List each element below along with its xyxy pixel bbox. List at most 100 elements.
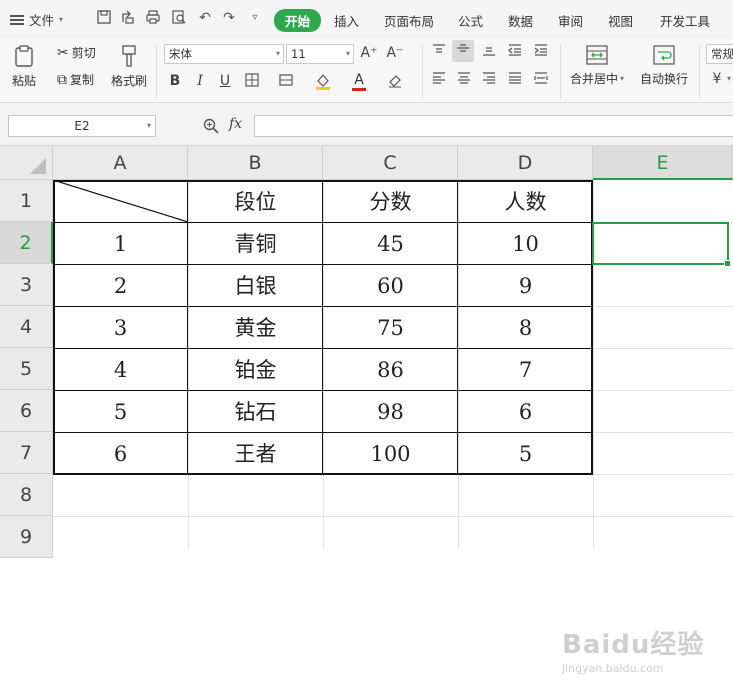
cell-c4[interactable]: 75 bbox=[323, 306, 458, 348]
tab-view[interactable]: 视图 bbox=[608, 11, 633, 30]
font-size-select[interactable]: 11 ▾ bbox=[286, 44, 354, 64]
cell-d4[interactable]: 8 bbox=[458, 306, 593, 348]
justify-icon[interactable] bbox=[506, 70, 524, 88]
align-right-icon[interactable] bbox=[480, 70, 498, 88]
tab-page-layout[interactable]: 页面布局 bbox=[384, 11, 434, 30]
name-box-value: E2 bbox=[74, 119, 90, 133]
name-box[interactable]: E2 ▾ bbox=[8, 115, 156, 137]
zoom-formula-icon[interactable] bbox=[202, 117, 220, 139]
font-color-icon[interactable]: A bbox=[350, 71, 368, 91]
cell-d3[interactable]: 9 bbox=[458, 264, 593, 306]
cell-a3[interactable]: 2 bbox=[53, 264, 188, 306]
cell-c2[interactable]: 45 bbox=[323, 222, 458, 264]
cell-c6[interactable]: 98 bbox=[323, 390, 458, 432]
cell-c7[interactable]: 100 bbox=[323, 432, 458, 474]
tab-developer[interactable]: 开发工具 bbox=[660, 11, 710, 30]
cut-button[interactable]: ✂ 剪切 bbox=[57, 44, 96, 61]
copy-button[interactable]: ⧉ 复制 bbox=[57, 71, 94, 88]
align-top-icon[interactable] bbox=[430, 42, 448, 60]
tab-insert[interactable]: 插入 bbox=[334, 11, 359, 30]
scissors-icon: ✂ bbox=[57, 44, 69, 61]
redo-icon[interactable]: ↷ bbox=[220, 9, 238, 27]
cell-d6[interactable]: 6 bbox=[458, 390, 593, 432]
tab-home[interactable]: 开始 bbox=[274, 9, 322, 32]
cell-b5[interactable]: 铂金 bbox=[188, 348, 323, 390]
cell-b3[interactable]: 白银 bbox=[188, 264, 323, 306]
cell-b4[interactable]: 黄金 bbox=[188, 306, 323, 348]
fill-color-icon[interactable] bbox=[314, 72, 332, 90]
row-header-4[interactable]: 4 bbox=[0, 306, 53, 348]
selected-cell-e2[interactable] bbox=[592, 222, 731, 267]
clear-format-icon[interactable] bbox=[386, 72, 404, 90]
column-header-d[interactable]: D bbox=[458, 146, 593, 180]
row-header-2[interactable]: 2 bbox=[0, 222, 53, 264]
merge-center-button[interactable]: 合并居中 ▾ bbox=[570, 44, 624, 87]
grow-font-icon[interactable]: A⁺ bbox=[360, 44, 378, 62]
cell-d5[interactable]: 7 bbox=[458, 348, 593, 390]
bold-button[interactable]: B bbox=[166, 72, 184, 90]
cell-c1[interactable]: 分数 bbox=[323, 180, 458, 222]
fx-icon[interactable]: fx bbox=[229, 116, 242, 132]
formula-input[interactable] bbox=[254, 115, 733, 137]
undo-icon[interactable]: ↶ bbox=[196, 9, 214, 27]
column-header-b[interactable]: B bbox=[188, 146, 323, 180]
cell-d7[interactable]: 5 bbox=[458, 432, 593, 474]
row-header-8[interactable]: 8 bbox=[0, 474, 53, 516]
cell-c5[interactable]: 86 bbox=[323, 348, 458, 390]
row-header-6[interactable]: 6 bbox=[0, 390, 53, 432]
row-header-7[interactable]: 7 bbox=[0, 432, 53, 474]
row-header-5[interactable]: 5 bbox=[0, 348, 53, 390]
distribute-icon[interactable] bbox=[532, 70, 550, 88]
cell-d2[interactable]: 10 bbox=[458, 222, 593, 264]
row-header-3[interactable]: 3 bbox=[0, 264, 53, 306]
tab-formulas[interactable]: 公式 bbox=[458, 11, 483, 30]
chevron-down-icon: ▾ bbox=[345, 49, 350, 58]
tab-data[interactable]: 数据 bbox=[508, 11, 533, 30]
cell-a2[interactable]: 1 bbox=[53, 222, 188, 264]
print-preview-icon[interactable] bbox=[170, 9, 188, 27]
export-icon[interactable] bbox=[119, 9, 137, 27]
underline-button[interactable]: U bbox=[216, 72, 234, 90]
cell-c3[interactable]: 60 bbox=[323, 264, 458, 306]
cell-a5[interactable]: 4 bbox=[53, 348, 188, 390]
column-header-a[interactable]: A bbox=[53, 146, 188, 180]
chevron-down-icon: ▾ bbox=[146, 121, 151, 130]
align-bottom-icon[interactable] bbox=[480, 42, 498, 60]
watermark-url: jingyan.baidu.com bbox=[562, 662, 664, 675]
number-format-select[interactable]: 常规 bbox=[706, 44, 733, 64]
cell-b6[interactable]: 钻石 bbox=[188, 390, 323, 432]
column-header-e[interactable]: E bbox=[593, 146, 733, 180]
row-header-9[interactable]: 9 bbox=[0, 516, 53, 558]
print-icon[interactable] bbox=[144, 9, 162, 27]
align-middle-icon[interactable] bbox=[452, 40, 474, 62]
shrink-font-icon[interactable]: A⁻ bbox=[386, 44, 404, 62]
cell-d1[interactable]: 人数 bbox=[458, 180, 593, 222]
baidu-watermark: Baidu经验 jingyan.baidu.com bbox=[560, 614, 730, 694]
italic-button[interactable]: I bbox=[191, 72, 209, 90]
cell-b7[interactable]: 王者 bbox=[188, 432, 323, 474]
cell-style-icon[interactable] bbox=[277, 72, 295, 90]
save-icon[interactable] bbox=[95, 9, 113, 27]
cell-a7[interactable]: 6 bbox=[53, 432, 188, 474]
increase-indent-icon[interactable] bbox=[532, 42, 550, 60]
currency-icon[interactable]: ¥ bbox=[708, 70, 726, 88]
column-header-c[interactable]: C bbox=[323, 146, 458, 180]
file-menu[interactable]: 文件 ▾ bbox=[10, 10, 63, 29]
cell-b2[interactable]: 青铜 bbox=[188, 222, 323, 264]
decrease-indent-icon[interactable] bbox=[506, 42, 524, 60]
cell-b1[interactable]: 段位 bbox=[188, 180, 323, 222]
border-icon[interactable] bbox=[243, 72, 261, 90]
cut-label: 剪切 bbox=[71, 46, 96, 60]
align-center-icon[interactable] bbox=[455, 70, 473, 88]
tab-review[interactable]: 审阅 bbox=[558, 11, 583, 30]
select-all-corner[interactable] bbox=[0, 146, 53, 180]
customize-toolbar-icon[interactable]: ▿ bbox=[246, 9, 264, 27]
paste-button[interactable]: 粘贴 bbox=[12, 44, 36, 89]
cell-a6[interactable]: 5 bbox=[53, 390, 188, 432]
wrap-text-button[interactable]: 自动换行 bbox=[640, 44, 688, 87]
cell-a4[interactable]: 3 bbox=[53, 306, 188, 348]
align-left-icon[interactable] bbox=[430, 70, 448, 88]
format-painter-button[interactable]: 格式刷 bbox=[111, 44, 147, 89]
row-header-1[interactable]: 1 bbox=[0, 180, 53, 222]
font-name-select[interactable]: 宋体 ▾ bbox=[164, 44, 284, 64]
